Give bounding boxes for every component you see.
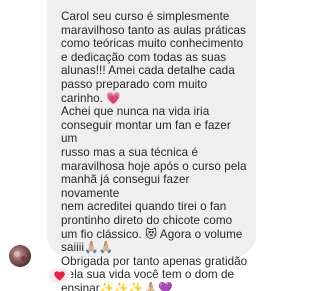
chat-screen: Carol seu curso é simplesmente maravilho…: [0, 0, 261, 291]
avatar-detail-icon: [21, 256, 26, 261]
message-bubble[interactable]: Carol seu curso é simplesmente maravilho…: [47, 0, 256, 291]
heart-icon: [53, 270, 65, 281]
sender-avatar[interactable]: [9, 245, 31, 267]
avatar-detail-icon: [14, 251, 20, 257]
heart-reaction-badge[interactable]: [47, 266, 71, 285]
